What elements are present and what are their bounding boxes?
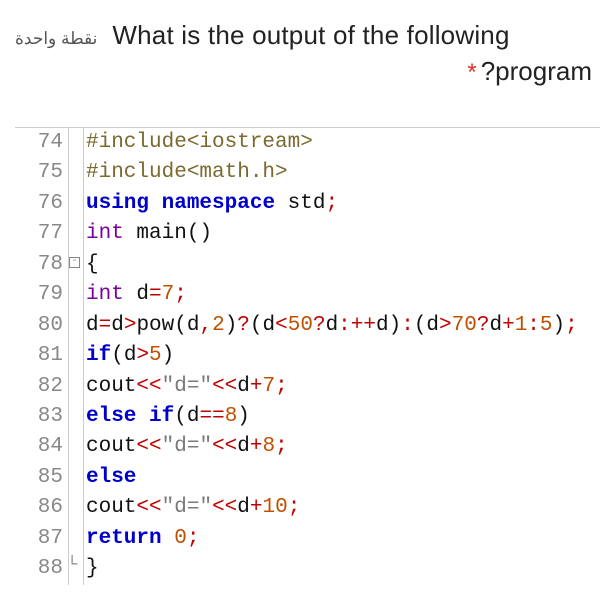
code-content: int main(): [84, 219, 212, 249]
code-line: 80 d=d>pow(d,2)?(d<50?d:++d):(d>70?d+1:5)…: [15, 311, 600, 341]
code-content: cout<<"d="<<d+8;: [84, 432, 288, 462]
line-number: 80: [15, 311, 68, 341]
line-number: 86: [15, 493, 68, 523]
code-line: 74 #include<iostream>: [15, 128, 600, 158]
line-number: 87: [15, 524, 68, 554]
code-line: 77 int main(): [15, 219, 600, 249]
line-number: 88: [15, 554, 68, 584]
line-number: 85: [15, 463, 68, 493]
code-line: 84 cout<<"d="<<d+8;: [15, 432, 600, 462]
fold-column: [69, 402, 83, 432]
line-number: 84: [15, 432, 68, 462]
code-line: 75 #include<math.h>: [15, 158, 600, 188]
fold-column: [69, 158, 83, 188]
fold-column: [69, 341, 83, 371]
code-content: using namespace std;: [84, 189, 338, 219]
fold-column: [69, 372, 83, 402]
fold-column: [69, 189, 83, 219]
line-number: 76: [15, 189, 68, 219]
question-text-line2-text: ?program: [481, 56, 592, 86]
code-line: 87 return 0;: [15, 524, 600, 554]
code-line: 82 cout<<"d="<<d+7;: [15, 372, 600, 402]
question-text-line1: What is the output of the following: [112, 20, 509, 51]
points-label: نقطة واحدة: [15, 29, 97, 49]
fold-open-icon[interactable]: -: [69, 257, 80, 268]
question-text-line2: *?program: [15, 56, 600, 87]
fold-column: [69, 493, 83, 523]
code-line: 81 if(d>5): [15, 341, 600, 371]
code-content: cout<<"d="<<d+10;: [84, 493, 300, 523]
code-line: 76 using namespace std;: [15, 189, 600, 219]
line-number: 83: [15, 402, 68, 432]
code-line: 85 else: [15, 463, 600, 493]
fold-column: -: [69, 250, 83, 280]
code-line: 83 else if(d==8): [15, 402, 600, 432]
fold-column: [69, 311, 83, 341]
code-line: 86 cout<<"d="<<d+10;: [15, 493, 600, 523]
code-line: 88└}: [15, 554, 600, 584]
code-content: {: [84, 250, 99, 280]
code-line: 78-{: [15, 250, 600, 280]
code-content: d=d>pow(d,2)?(d<50?d:++d):(d>70?d+1:5);: [84, 311, 578, 341]
line-number: 79: [15, 280, 68, 310]
fold-column: [69, 524, 83, 554]
line-number: 77: [15, 219, 68, 249]
code-line: 79 int d=7;: [15, 280, 600, 310]
code-content: cout<<"d="<<d+7;: [84, 372, 288, 402]
code-content: int d=7;: [84, 280, 187, 310]
code-content: #include<iostream>: [84, 128, 313, 158]
fold-close-icon: └: [67, 556, 77, 575]
fold-column: [69, 432, 83, 462]
fold-column: [69, 463, 83, 493]
code-content: return 0;: [84, 524, 199, 554]
code-block: 74#include<iostream>75#include<math.h>76…: [15, 127, 600, 585]
line-number: 78: [15, 250, 68, 280]
fold-column: [69, 219, 83, 249]
code-content: if(d>5): [84, 341, 174, 371]
line-number: 82: [15, 372, 68, 402]
line-number: 81: [15, 341, 68, 371]
fold-column: [69, 280, 83, 310]
code-content: else: [84, 463, 136, 493]
fold-column: [69, 128, 83, 158]
required-asterisk: *: [467, 59, 476, 86]
code-content: #include<math.h>: [84, 158, 288, 188]
line-number: 74: [15, 128, 68, 158]
code-content: else if(d==8): [84, 402, 250, 432]
code-content: }: [84, 554, 99, 584]
line-number: 75: [15, 158, 68, 188]
question-header: نقطة واحدة What is the output of the fol…: [15, 20, 600, 51]
fold-column: └: [69, 554, 83, 584]
